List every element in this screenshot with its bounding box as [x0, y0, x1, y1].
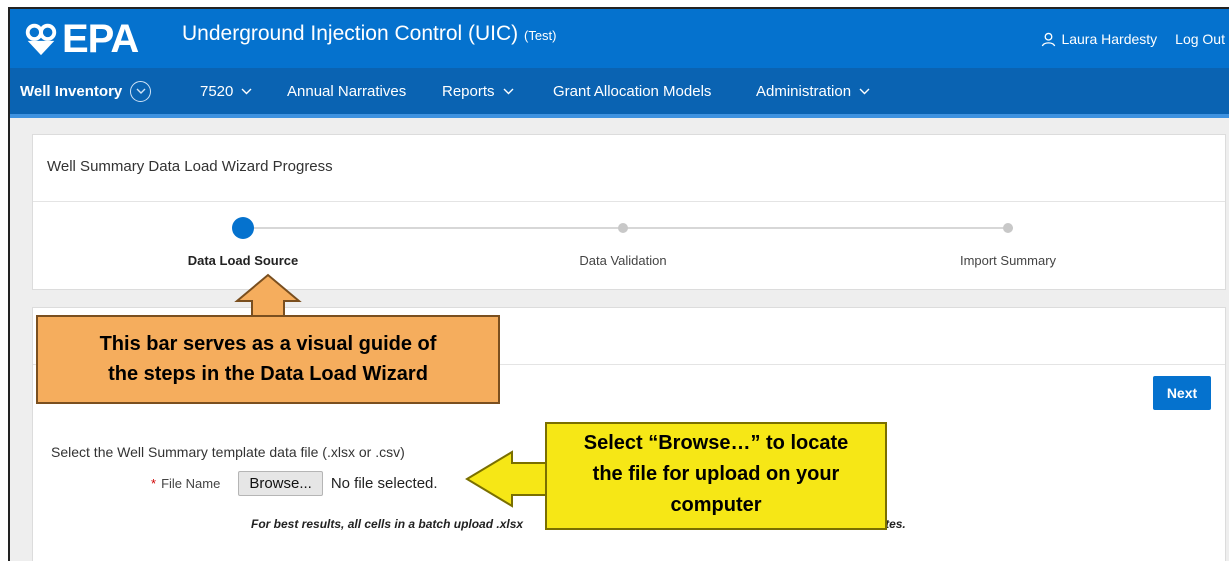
nav-item-label: Well Inventory [20, 82, 123, 100]
main-navigation: Well Inventory 7520 Annual Narratives Re… [10, 68, 1229, 118]
callout-text: This bar serves as a visual guide of the… [38, 329, 498, 389]
chevron-down-icon [859, 88, 870, 94]
required-indicator: * [151, 476, 157, 491]
nav-item-label: 7520 [200, 82, 234, 100]
file-name-label: File Name [161, 476, 221, 491]
nav-item-label: Reports [442, 82, 495, 100]
epa-logo[interactable]: EPA [22, 17, 139, 61]
step-marker [618, 223, 628, 233]
step-marker [1003, 223, 1013, 233]
next-button[interactable]: Next [1153, 376, 1211, 410]
callout-line: the file for upload on your [592, 463, 840, 485]
callout-text: Select “Browse…” to locate the file for … [547, 428, 885, 521]
callout-line: the steps in the Data Load Wizard [108, 363, 428, 385]
nav-well-inventory[interactable]: Well Inventory [20, 68, 152, 114]
step-label-data-validation: Data Validation [579, 253, 667, 268]
callout-line: This bar serves as a visual guide of [99, 333, 437, 355]
nav-administration[interactable]: Administration [756, 68, 870, 114]
nav-7520[interactable]: 7520 [200, 68, 252, 114]
app-title: Underground Injection Control (UIC) (Tes… [182, 21, 557, 49]
logo-text: EPA [62, 17, 139, 61]
user-name-link[interactable]: Laura Hardesty [1061, 31, 1157, 47]
nav-grant-allocation-models[interactable]: Grant Allocation Models [553, 68, 711, 114]
step-label-import-summary: Import Summary [959, 253, 1057, 268]
chevron-down-icon [503, 88, 514, 94]
wizard-progress-card: Well Summary Data Load Wizard Progress D… [32, 134, 1226, 290]
step-marker-active [232, 217, 254, 239]
file-status: No file selected. [330, 475, 438, 492]
epa-flower-icon [25, 23, 57, 56]
browse-callout: Select “Browse…” to locate the file for … [545, 422, 887, 530]
user-icon [1042, 32, 1056, 46]
callout-line: Select “Browse…” to locate [583, 432, 849, 454]
nav-annual-narratives[interactable]: Annual Narratives [287, 68, 406, 114]
nav-item-label: Annual Narratives [287, 82, 407, 100]
progress-track [243, 227, 1013, 229]
wizard-progress-title: Well Summary Data Load Wizard Progress [47, 158, 333, 175]
environment-label: (Test) [524, 28, 557, 43]
nav-item-label: Administration [756, 82, 852, 100]
callout-line: computer [670, 494, 762, 516]
chevron-down-circle-icon[interactable] [130, 80, 152, 102]
file-name-row: * File Name Browse... No file selected. [151, 471, 438, 496]
divider [33, 201, 1225, 202]
progress-bar-callout: This bar serves as a visual guide of the… [36, 315, 500, 404]
browse-button[interactable]: Browse... [238, 471, 323, 496]
nav-item-label: Grant Allocation Models [553, 82, 712, 100]
file-prompt: Select the Well Summary template data fi… [51, 444, 405, 460]
top-header-bar: EPA Underground Injection Control (UIC) … [10, 9, 1229, 68]
logout-link[interactable]: Log Out [1175, 31, 1225, 47]
step-label-data-load-source: Data Load Source [187, 253, 299, 268]
upload-tip-left: For best results, all cells in a batch u… [251, 517, 524, 531]
user-area: Laura Hardesty Log Out [1041, 31, 1225, 47]
app-title-text: Underground Injection Control (UIC) [182, 22, 519, 45]
nav-reports[interactable]: Reports [442, 68, 514, 114]
chevron-down-icon [241, 88, 252, 94]
